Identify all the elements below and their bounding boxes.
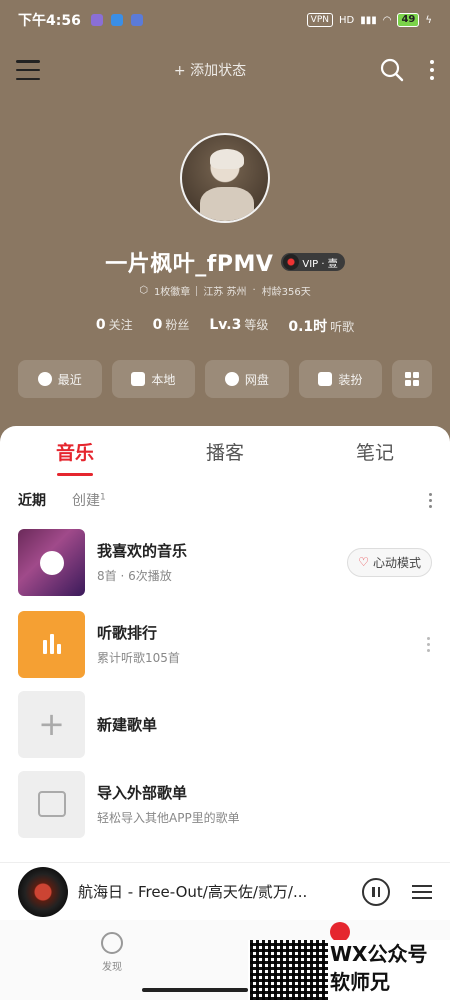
playlist-queue-icon[interactable]: [412, 884, 432, 899]
location: 江苏 苏州: [203, 287, 247, 298]
ranking-cover: [18, 610, 85, 678]
vip-label: VIP · 壹: [302, 258, 338, 270]
sub-tab-recent[interactable]: 近期: [18, 490, 46, 510]
username-row: 一片枫叶_fPMV VIP · 壹: [0, 246, 450, 278]
badge-count[interactable]: 1枚徽章: [154, 283, 190, 298]
playlist-subtitle: 8首 · 6次播放: [97, 569, 172, 583]
status-time: 下午4:56: [18, 13, 81, 29]
quick-label: 网盘: [244, 372, 269, 387]
nav-discover[interactable]: 发现: [92, 932, 132, 973]
stats-row: 0 关注 0 粉丝 Lv.3 等级 0.1时 听歌: [0, 316, 450, 336]
heartbeat-icon: ♡: [358, 555, 369, 569]
quick-more-button[interactable]: [392, 360, 432, 398]
download-icon: [131, 372, 146, 386]
search-icon[interactable]: [380, 58, 404, 82]
dot-separator: ·: [252, 285, 256, 296]
album-disc[interactable]: [18, 866, 68, 917]
playlist-subtitle: 累计听歌105首: [97, 651, 180, 665]
badge-icon: ⬡: [139, 285, 148, 296]
app-notification-icon: [90, 14, 103, 26]
battery-indicator: 49: [397, 13, 420, 27]
plus-icon: +: [18, 690, 85, 758]
notification-dot: [330, 922, 350, 942]
home-indicator: [142, 988, 248, 992]
sub-tab-created[interactable]: 创建1: [72, 490, 106, 510]
watermark-text: WX公众号 软师兄: [330, 942, 428, 994]
quick-recent-button[interactable]: 最近: [18, 360, 102, 398]
tab-podcast[interactable]: 播客: [150, 438, 300, 472]
pause-button[interactable]: [362, 877, 390, 906]
import-icon: [18, 770, 85, 838]
vpn-badge: VPN: [306, 13, 333, 27]
status-bar: 下午4:56 VPN HD ▮▮▮ ◠ 49 ϟ: [0, 0, 450, 40]
stat-listen-time[interactable]: 0.1时 听歌: [288, 316, 354, 336]
playlist-subtitle: 轻松导入其他APP里的歌单: [97, 811, 240, 825]
playlist-cover: [18, 528, 85, 596]
quick-label: 最近: [57, 372, 82, 387]
app-notification-icon: [110, 14, 123, 26]
avatar[interactable]: [180, 133, 270, 223]
vip-badge[interactable]: VIP · 壹: [281, 253, 345, 271]
watermark: WX公众号 软师兄: [248, 940, 450, 1000]
network-label: HD: [338, 14, 355, 26]
now-playing-title[interactable]: 航海日 - Free-Out/高天佐/贰万/...: [78, 881, 352, 902]
signal-icon: ▮▮▮: [360, 14, 377, 26]
playlist-ranking[interactable]: 听歌排行 累计听歌105首: [18, 610, 432, 678]
wifi-icon: ◠: [382, 14, 392, 26]
quick-local-button[interactable]: 本地: [111, 360, 196, 398]
sub-tabs: 近期 创建1: [18, 490, 432, 510]
vinyl-icon: [283, 254, 300, 270]
item-more-icon[interactable]: [427, 636, 430, 652]
quick-label: 装扮: [338, 372, 363, 387]
mini-player[interactable]: 航海日 - Free-Out/高天佐/贰万/...: [0, 862, 450, 920]
village-age: 村龄356天: [261, 287, 311, 298]
tab-notes[interactable]: 笔记: [300, 438, 450, 472]
quick-dressup-button[interactable]: 装扮: [298, 360, 383, 398]
stat-level[interactable]: Lv.3 等级: [209, 316, 268, 336]
charging-icon: ϟ: [425, 14, 432, 26]
playlist-title: 我喜欢的音乐: [97, 542, 188, 560]
sub-more-icon[interactable]: [429, 492, 432, 508]
grid-icon: [405, 372, 420, 386]
playlist-favorites[interactable]: 我喜欢的音乐 8首 · 6次播放 ♡ 心动模式: [18, 528, 432, 596]
quick-cloud-button[interactable]: 网盘: [205, 360, 289, 398]
playlist-title: 导入外部歌单: [97, 784, 188, 802]
divider: [196, 285, 198, 296]
cloud-icon: [224, 372, 239, 386]
menu-icon[interactable]: [16, 60, 40, 80]
shirt-icon: [318, 372, 333, 386]
heart-mode-label: 心动模式: [372, 555, 421, 570]
add-status-button[interactable]: + 添加状态: [174, 60, 246, 80]
playlist-new[interactable]: + 新建歌单: [18, 690, 432, 758]
heart-mode-button[interactable]: ♡ 心动模式: [347, 547, 432, 577]
quick-label: 本地: [151, 372, 176, 387]
top-nav: + 添加状态: [0, 48, 450, 92]
nav-right: [380, 58, 434, 82]
playlist-import[interactable]: 导入外部歌单 轻松导入其他APP里的歌单: [18, 770, 432, 838]
profile-meta: ⬡ 1枚徽章 江苏 苏州 · 村龄356天: [0, 283, 450, 298]
quick-actions: 最近 本地 网盘 装扮: [18, 360, 432, 398]
stat-fans[interactable]: 0 粉丝: [153, 316, 190, 336]
discover-icon: [101, 932, 123, 954]
stat-follow[interactable]: 0 关注: [96, 316, 133, 336]
more-icon[interactable]: [430, 60, 434, 80]
nav-label: 发现: [102, 962, 122, 973]
playlist-title: 听歌排行: [97, 624, 158, 642]
status-right: VPN HD ▮▮▮ ◠ 49 ϟ: [306, 13, 432, 27]
username: 一片枫叶_fPMV: [105, 252, 274, 277]
clock-icon: [37, 372, 52, 386]
playlist-title: 新建歌单: [97, 715, 158, 734]
app-notification-icon: [130, 14, 143, 26]
qr-code: [250, 940, 328, 1000]
tab-music[interactable]: 音乐: [0, 438, 150, 476]
heart-icon: [40, 550, 64, 575]
main-tabs: 音乐 播客 笔记: [0, 438, 450, 476]
